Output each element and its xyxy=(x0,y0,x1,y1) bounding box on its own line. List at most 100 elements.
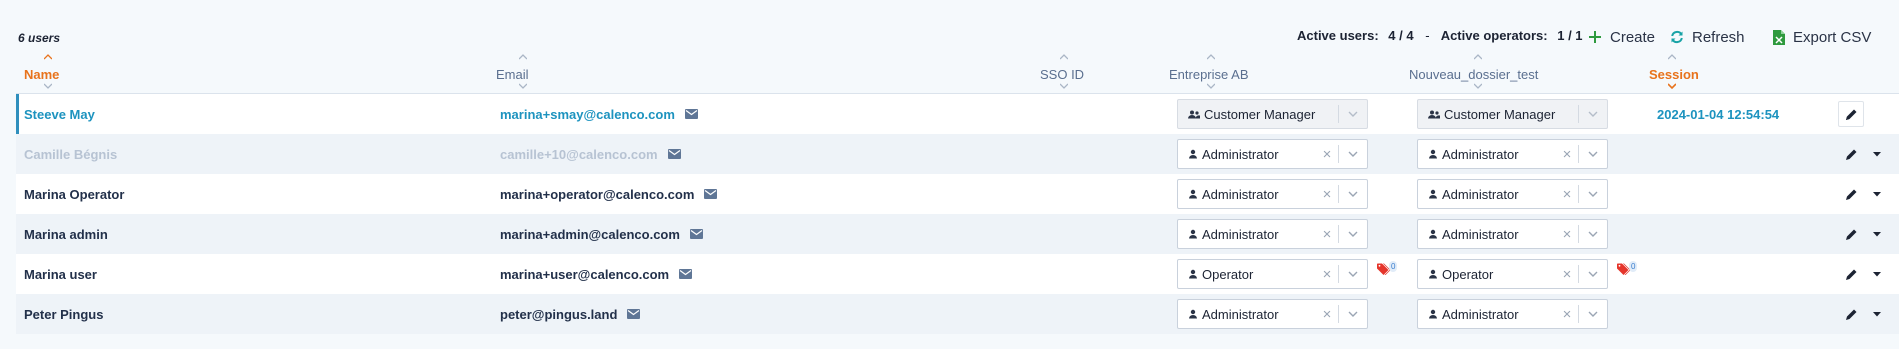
user-email[interactable]: peter@pingus.land xyxy=(500,294,641,334)
user-icon xyxy=(1429,269,1437,279)
role-select-nouveau-dossier-test[interactable]: Administrator × xyxy=(1417,139,1608,169)
chevron-down-icon[interactable] xyxy=(1339,151,1367,157)
envelope-icon[interactable] xyxy=(627,309,641,319)
chevron-down-icon[interactable] xyxy=(1339,311,1367,317)
export-csv-button[interactable]: Export CSV xyxy=(1773,26,1871,48)
user-icon xyxy=(1429,309,1437,319)
role-select-entreprise-ab[interactable]: Administrator × xyxy=(1177,219,1368,249)
user-email[interactable]: marina+user@calenco.com xyxy=(500,254,693,294)
column-header-entreprise-ab[interactable]: Entreprise AB xyxy=(1169,53,1253,94)
column-header-nouveau-dossier-test[interactable]: Nouveau_dossier_test xyxy=(1409,53,1547,94)
role-value: Administrator xyxy=(1442,226,1519,242)
sort-descending-icon xyxy=(519,83,527,89)
users-icon xyxy=(1188,110,1200,118)
caret-down-icon[interactable] xyxy=(1872,269,1882,279)
sort-ascending-icon xyxy=(1474,54,1482,60)
user-email-text: marina+admin@calenco.com xyxy=(500,226,680,242)
user-name[interactable]: Marina Operator xyxy=(24,174,124,214)
caret-down-icon[interactable] xyxy=(1872,149,1882,159)
envelope-icon[interactable] xyxy=(679,269,693,279)
role-select-nouveau-dossier-test[interactable]: Administrator × xyxy=(1417,299,1608,329)
role-select-entreprise-ab[interactable]: Operator × xyxy=(1177,259,1368,289)
users-icon xyxy=(1428,110,1440,118)
edit-button[interactable] xyxy=(1838,101,1864,127)
close-icon[interactable]: × xyxy=(1316,146,1338,163)
close-icon[interactable]: × xyxy=(1316,306,1338,323)
refresh-label: Refresh xyxy=(1692,28,1745,46)
chevron-down-icon[interactable] xyxy=(1339,231,1367,237)
table-row[interactable]: Steeve May marina+smay@calenco.com Custo… xyxy=(16,94,1899,134)
user-name[interactable]: Marina admin xyxy=(24,214,108,254)
close-icon[interactable]: × xyxy=(1316,226,1338,243)
envelope-icon[interactable] xyxy=(667,149,681,159)
chevron-down-icon[interactable] xyxy=(1579,231,1607,237)
edit-button[interactable] xyxy=(1838,261,1864,287)
table-row[interactable]: Marina user marina+user@calenco.com Oper… xyxy=(16,254,1899,294)
user-email[interactable]: marina+admin@calenco.com xyxy=(500,214,703,254)
tag-count: 0 xyxy=(1629,261,1638,272)
role-value: Customer Manager xyxy=(1444,106,1556,122)
refresh-button[interactable]: Refresh xyxy=(1670,26,1745,48)
column-header-session[interactable]: Session xyxy=(1649,53,1699,94)
user-name[interactable]: Peter Pingus xyxy=(24,294,103,334)
user-name[interactable]: Camille Bégnis xyxy=(24,134,117,174)
role-value: Administrator xyxy=(1442,306,1519,322)
close-icon[interactable]: × xyxy=(1316,186,1338,203)
envelope-icon[interactable] xyxy=(704,189,718,199)
chevron-down-icon[interactable] xyxy=(1339,271,1367,277)
table-row[interactable]: Marina Operator marina+operator@calenco.… xyxy=(16,174,1899,214)
role-select-entreprise-ab[interactable]: Administrator × xyxy=(1177,179,1368,209)
user-email-text: marina+smay@calenco.com xyxy=(500,106,675,122)
role-select-nouveau-dossier-test[interactable]: Administrator × xyxy=(1417,179,1608,209)
close-icon[interactable]: × xyxy=(1556,306,1578,323)
column-header-name[interactable]: Name xyxy=(16,53,80,94)
sort-descending-icon xyxy=(1474,83,1482,89)
chevron-down-icon[interactable] xyxy=(1579,191,1607,197)
table-row[interactable]: Marina admin marina+admin@calenco.com Ad… xyxy=(16,214,1899,254)
column-header-email[interactable]: Email xyxy=(496,53,550,94)
active-operators-value: 1 / 1 xyxy=(1557,28,1583,43)
edit-button[interactable] xyxy=(1838,301,1864,327)
envelope-icon[interactable] xyxy=(684,109,698,119)
table-body: Steeve May marina+smay@calenco.com Custo… xyxy=(16,94,1899,334)
user-name[interactable]: Marina user xyxy=(24,254,97,294)
create-button[interactable]: Create xyxy=(1588,26,1655,48)
chevron-down-icon[interactable] xyxy=(1579,311,1607,317)
sort-descending-icon xyxy=(44,83,52,89)
table-row[interactable]: Camille Bégnis camille+10@calenco.com Ad… xyxy=(16,134,1899,174)
column-header-sso-id[interactable]: SSO ID xyxy=(1040,53,1088,94)
edit-button[interactable] xyxy=(1838,141,1864,167)
role-select-nouveau-dossier-test[interactable]: Operator × xyxy=(1417,259,1608,289)
role-select-nouveau-dossier-test[interactable]: Administrator × xyxy=(1417,219,1608,249)
caret-down-icon[interactable] xyxy=(1872,309,1882,319)
chevron-down-icon xyxy=(1339,111,1367,117)
close-icon[interactable]: × xyxy=(1316,266,1338,283)
close-icon[interactable]: × xyxy=(1556,266,1578,283)
user-name[interactable]: Steeve May xyxy=(24,94,95,134)
edit-button[interactable] xyxy=(1838,221,1864,247)
close-icon[interactable]: × xyxy=(1556,146,1578,163)
caret-down-icon[interactable] xyxy=(1872,229,1882,239)
operator-tags[interactable]: 0 xyxy=(1377,261,1398,276)
operator-tags[interactable]: 0 xyxy=(1617,261,1638,276)
user-email[interactable]: marina+operator@calenco.com xyxy=(500,174,718,214)
role-select-entreprise-ab[interactable]: Administrator × xyxy=(1177,299,1368,329)
envelope-icon[interactable] xyxy=(689,229,703,239)
table-row[interactable]: Peter Pingus peter@pingus.land Administr… xyxy=(16,294,1899,334)
user-email[interactable]: camille+10@calenco.com xyxy=(500,134,681,174)
close-icon[interactable]: × xyxy=(1556,186,1578,203)
caret-down-icon[interactable] xyxy=(1872,189,1882,199)
user-email[interactable]: marina+smay@calenco.com xyxy=(500,94,698,134)
column-label-entreprise-ab: Entreprise AB xyxy=(1169,67,1249,82)
chevron-down-icon[interactable] xyxy=(1579,271,1607,277)
users-table: Name Email SSO ID Entreprise AB Nouveau_… xyxy=(16,53,1899,334)
activity-stats: Active users: 4 / 4 - Active operators: … xyxy=(1297,28,1583,43)
user-icon xyxy=(1429,189,1437,199)
chevron-down-icon[interactable] xyxy=(1579,151,1607,157)
close-icon[interactable]: × xyxy=(1556,226,1578,243)
chevron-down-icon[interactable] xyxy=(1339,191,1367,197)
sort-ascending-icon xyxy=(1060,54,1068,60)
role-select-entreprise-ab[interactable]: Administrator × xyxy=(1177,139,1368,169)
edit-button[interactable] xyxy=(1838,181,1864,207)
role-value: Operator xyxy=(1442,266,1494,282)
